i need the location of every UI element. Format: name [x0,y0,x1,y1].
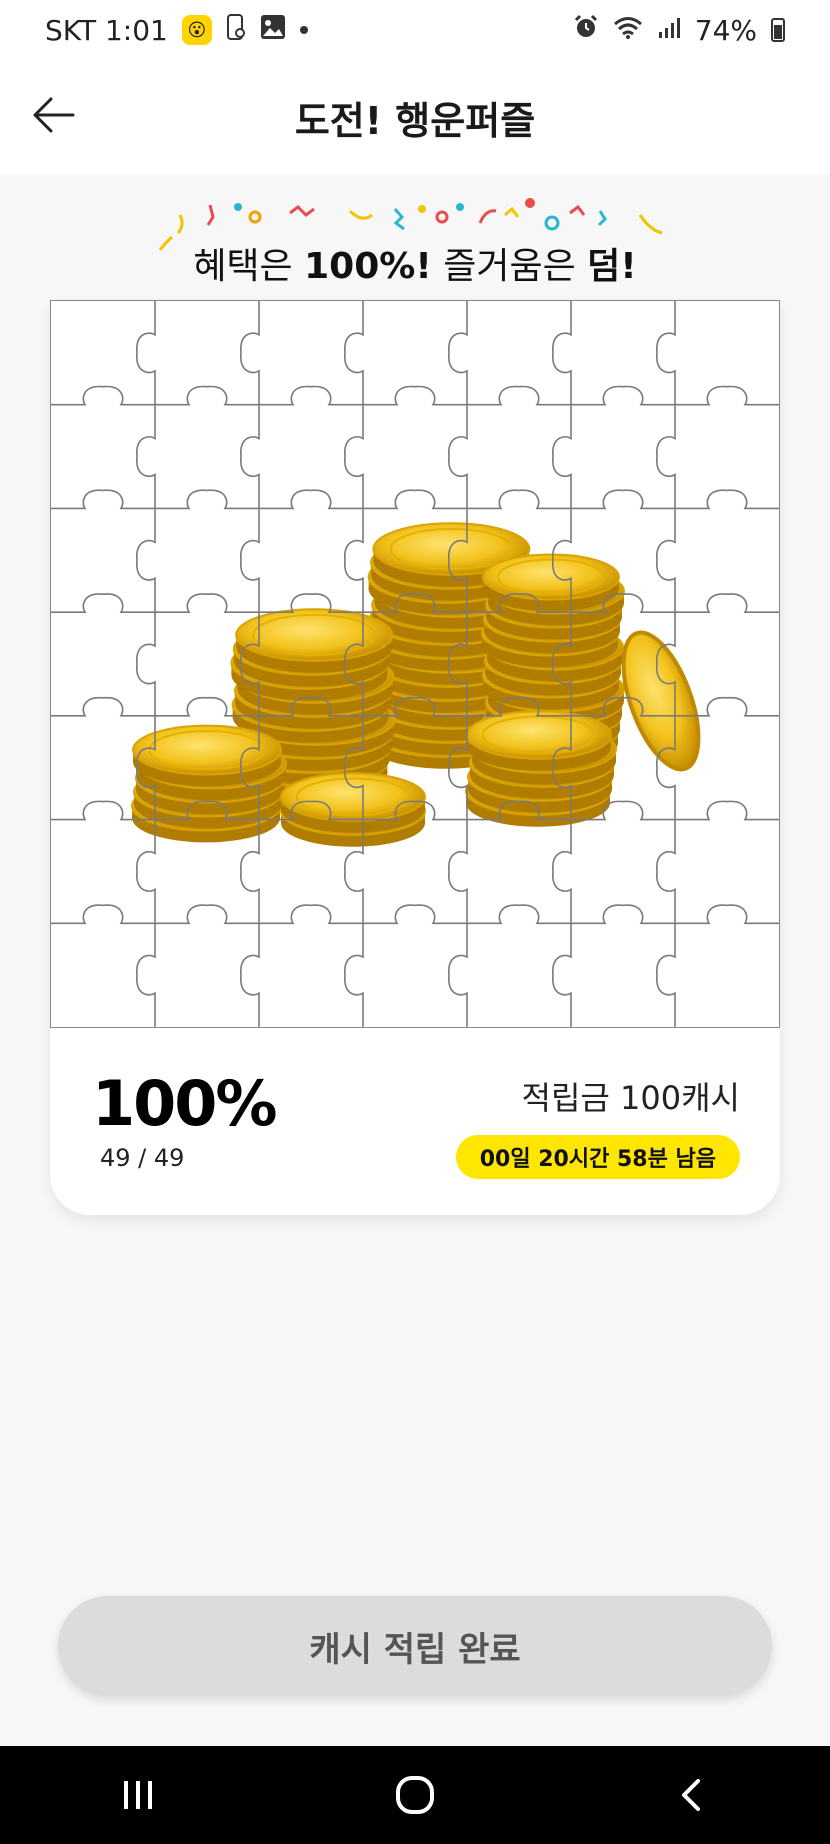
emoji-notification-icon: 😮 [181,15,212,45]
home-button[interactable] [375,1765,455,1825]
phone-storage-icon [226,13,246,48]
cash-complete-button[interactable]: 캐시 적립 완료 [58,1596,772,1696]
puzzle-card: 100% 49 / 49 적립금 100캐시 00일 20시간 58분 남음 [50,300,780,1215]
banner-text: 혜택은 100%! 즐거움은 덤! [150,237,680,289]
recent-apps-button[interactable] [98,1765,178,1825]
promo-banner: 혜택은 100%! 즐거움은 덤! [150,195,680,287]
battery-percent: 74% [694,13,757,47]
home-icon [395,1776,434,1814]
battery-icon [771,18,785,42]
nav-back-button[interactable] [652,1765,732,1825]
banner-bold1: 100%! [304,246,432,287]
progress-section: 100% 49 / 49 적립금 100캐시 00일 20시간 58분 남음 [50,1027,780,1215]
banner-bold2: 덤! [587,246,637,287]
puzzle-board [50,300,780,1028]
reward-text: 적립금 100캐시 [521,1079,740,1117]
image-icon [260,14,286,47]
recent-apps-icon [124,1781,153,1809]
wifi-icon [613,14,643,47]
page-title: 도전! 행운퍼즐 [294,99,536,143]
dot-icon [299,26,308,34]
banner-prefix: 혜택은 [193,246,305,287]
time-remaining-badge: 00일 20시간 58분 남음 [455,1135,740,1179]
status-right: 74% [573,14,785,47]
system-nav-bar [0,1746,830,1844]
app-header: 도전! 행운퍼즐 [0,60,830,174]
back-icon [681,1779,700,1811]
progress-count: 49 / 49 [100,1144,185,1172]
status-left: SKT 1:01 😮 [45,13,308,48]
alarm-icon [573,14,599,47]
gold-coins-image [131,522,701,847]
carrier-time: SKT 1:01 [45,13,168,47]
status-bar: SKT 1:01 😮 74% [0,0,830,60]
banner-middle: 즐거움은 [431,246,588,287]
signal-icon [657,14,681,47]
puzzle-grid [51,301,779,1027]
progress-percent: 100% [92,1067,278,1140]
